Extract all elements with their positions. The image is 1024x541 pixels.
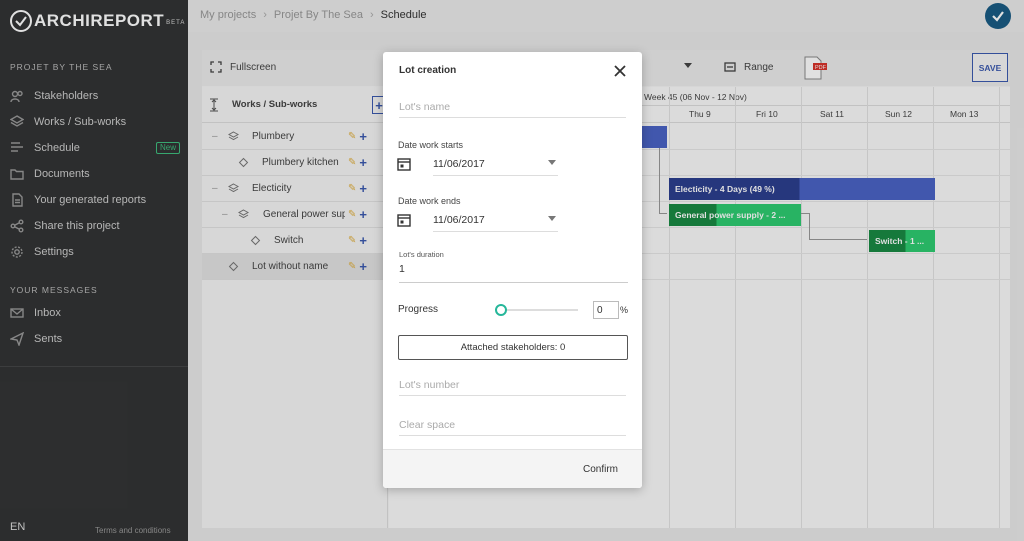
lot-name-input[interactable]: Lot's name — [399, 96, 626, 118]
percent-unit: % — [620, 305, 629, 315]
close-icon[interactable] — [613, 64, 627, 78]
end-date-caption: Date work ends — [398, 196, 461, 206]
end-date-input[interactable]: 11/06/2017 — [433, 208, 558, 232]
start-date-caption: Date work starts — [398, 140, 464, 150]
confirm-button[interactable]: Confirm — [583, 464, 618, 475]
attached-stakeholders-button[interactable]: Attached stakeholders: 0 — [398, 335, 628, 360]
lot-creation-dialog: Lot creation Lot's name Date work starts… — [383, 52, 642, 488]
calendar-icon[interactable] — [397, 157, 411, 171]
progress-input[interactable]: 0 — [593, 301, 619, 319]
caret-down-icon[interactable] — [548, 160, 556, 165]
progress-label: Progress — [398, 304, 439, 315]
start-date-row: 11/06/2017 — [397, 152, 567, 176]
calendar-icon[interactable] — [397, 213, 411, 227]
dialog-footer: Confirm — [383, 449, 642, 488]
end-date-row: 11/06/2017 — [397, 208, 567, 232]
lot-number-input[interactable]: Lot's number — [399, 374, 626, 396]
progress-slider-track[interactable] — [496, 309, 578, 311]
duration-caption: Lot's duration — [399, 250, 444, 259]
caret-down-icon[interactable] — [548, 216, 556, 221]
duration-input[interactable]: 1 — [399, 263, 628, 283]
clear-space-input[interactable]: Clear space — [399, 414, 626, 436]
progress-slider-thumb[interactable] — [495, 304, 507, 316]
dialog-title: Lot creation — [399, 65, 457, 76]
start-date-input[interactable]: 11/06/2017 — [433, 152, 558, 176]
